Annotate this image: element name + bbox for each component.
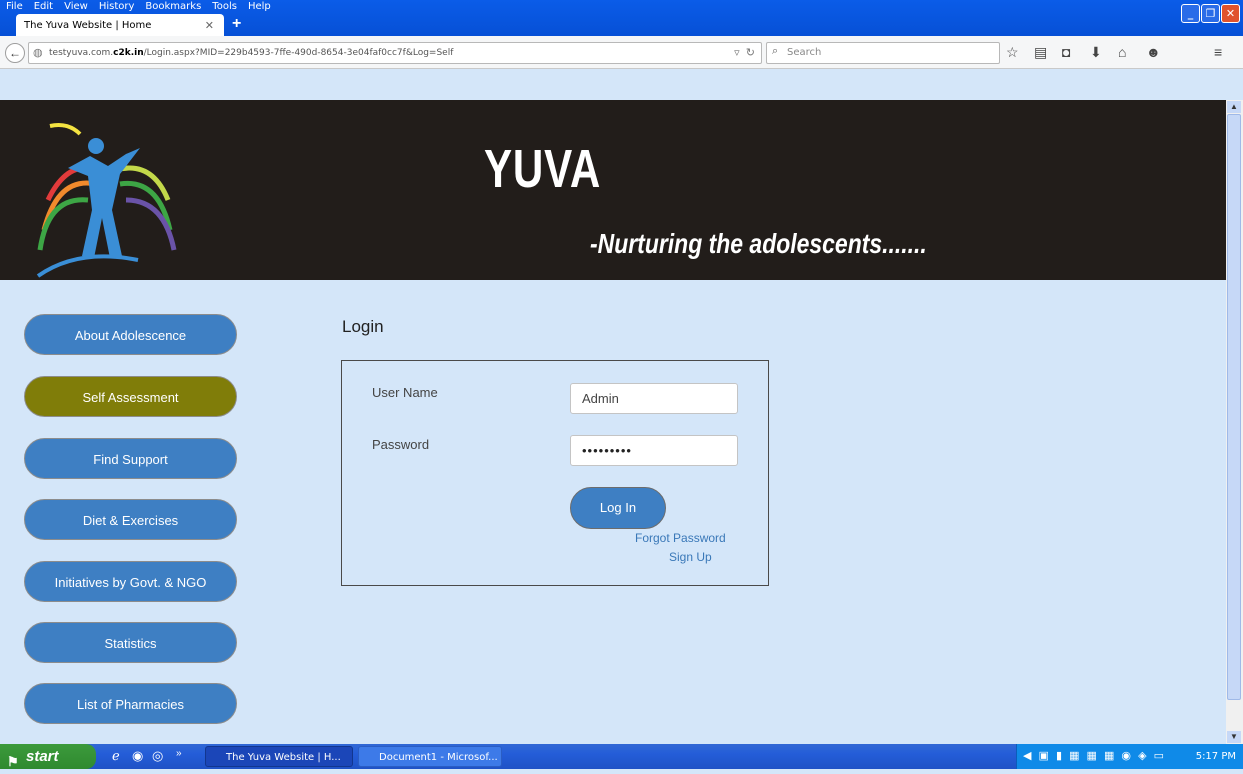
tab-title: The Yuva Website | Home: [24, 19, 152, 31]
nav-statistics[interactable]: Statistics: [24, 622, 237, 663]
page-viewport: YUVA -Nurturing the adolescents....... A…: [0, 100, 1226, 744]
login-heading: Login: [342, 317, 384, 336]
reading-list-icon[interactable]: ▤: [1034, 45, 1047, 59]
menu-tools[interactable]: Tools: [212, 0, 237, 14]
scroll-down-arrow-icon[interactable]: ▼: [1227, 731, 1241, 743]
sign-up-link[interactable]: Sign Up: [669, 550, 712, 564]
start-button[interactable]: ⚑ start: [0, 744, 96, 769]
menu-file[interactable]: File: [6, 0, 23, 14]
username-input[interactable]: Admin: [570, 383, 738, 414]
username-label: User Name: [372, 385, 438, 400]
menu-help[interactable]: Help: [248, 0, 271, 14]
close-window-button[interactable]: ✕: [1221, 4, 1240, 23]
yuva-logo: [36, 123, 177, 278]
globe-icon: ◍: [33, 47, 43, 59]
login-button[interactable]: Log In: [570, 487, 666, 529]
site-header: YUVA -Nurturing the adolescents.......: [0, 100, 1226, 280]
login-form: User Name Admin Password ••••••••• Log I…: [341, 360, 769, 586]
browser-title-bar: File Edit View History Bookmarks Tools H…: [0, 0, 1243, 36]
address-bar[interactable]: ◍ testyuva.com.c2k.in/Login.aspx?MID=229…: [28, 42, 762, 64]
windows-flag-icon: ⚑: [7, 754, 19, 769]
windows-taskbar: ⚑ start ℯ ◉ ◎ » The Yuva Website | H... …: [0, 744, 1243, 769]
quicklaunch-more-icon[interactable]: »: [176, 748, 182, 759]
system-tray: ◀ ▣ ▮ ▦ ▦ ▦ ◉ ◈ ▭ 5:17 PM: [1016, 744, 1243, 769]
tray-icons[interactable]: ◀ ▣ ▮ ▦ ▦ ▦ ◉ ◈ ▭: [1023, 744, 1166, 769]
site-tagline: -Nurturing the adolescents.......: [590, 228, 927, 259]
url-text: testyuva.com.c2k.in/Login.aspx?MID=229b4…: [49, 48, 454, 58]
minimize-button[interactable]: _: [1181, 4, 1200, 23]
pocket-icon[interactable]: ◘: [1062, 45, 1070, 59]
chat-icon[interactable]: ☻: [1146, 45, 1161, 59]
browser-tab[interactable]: The Yuva Website | Home ✕: [16, 14, 224, 36]
maximize-button[interactable]: ❐: [1201, 4, 1220, 23]
main-content: About Adolescence Self Assessment Find S…: [0, 280, 1226, 744]
menu-bar: File Edit View History Bookmarks Tools H…: [0, 0, 271, 14]
menu-history[interactable]: History: [99, 0, 135, 14]
clock: 5:17 PM: [1195, 751, 1236, 762]
new-tab-button[interactable]: +: [232, 15, 241, 33]
search-input[interactable]: ⌕ Search: [766, 42, 1000, 64]
hamburger-menu-icon[interactable]: ≡: [1214, 45, 1222, 59]
start-label: start: [26, 748, 59, 765]
scroll-up-arrow-icon[interactable]: ▲: [1227, 101, 1241, 113]
scrollbar-thumb[interactable]: [1227, 114, 1241, 700]
forgot-password-link[interactable]: Forgot Password: [635, 531, 726, 545]
menu-view[interactable]: View: [64, 0, 88, 14]
nav-initiatives[interactable]: Initiatives by Govt. & NGO: [24, 561, 237, 602]
menu-bookmarks[interactable]: Bookmarks: [145, 0, 201, 14]
download-icon[interactable]: ⬇: [1090, 45, 1102, 59]
firefox-quicklaunch-icon[interactable]: ◎: [152, 748, 163, 764]
search-placeholder: Search: [787, 47, 822, 58]
nav-find-support[interactable]: Find Support: [24, 438, 237, 479]
vertical-scrollbar[interactable]: ▲ ▼: [1226, 100, 1243, 744]
site-title: YUVA: [484, 139, 602, 199]
nav-self-assessment[interactable]: Self Assessment: [24, 376, 237, 417]
bookmark-star-icon[interactable]: ☆: [1006, 45, 1019, 59]
ie-quicklaunch-icon[interactable]: ℯ: [112, 748, 120, 764]
reload-icon[interactable]: ▿ ↻: [734, 43, 755, 63]
tab-close-icon[interactable]: ✕: [205, 19, 224, 32]
search-icon: ⌕: [772, 45, 779, 57]
chrome-quicklaunch-icon[interactable]: ◉: [132, 748, 143, 764]
nav-diet-exercises[interactable]: Diet & Exercises: [24, 499, 237, 540]
task-firefox-window[interactable]: The Yuva Website | H...: [205, 746, 353, 767]
navigation-toolbar: ← ◍ testyuva.com.c2k.in/Login.aspx?MID=2…: [0, 36, 1243, 69]
back-arrow-icon[interactable]: ←: [5, 43, 25, 63]
password-input[interactable]: •••••••••: [570, 435, 738, 466]
nav-about-adolescence[interactable]: About Adolescence: [24, 314, 237, 355]
nav-list-of-pharmacies[interactable]: List of Pharmacies: [24, 683, 237, 724]
home-icon[interactable]: ⌂: [1118, 45, 1126, 59]
task-word-document[interactable]: Document1 - Microsof...: [358, 746, 502, 767]
menu-edit[interactable]: Edit: [34, 0, 53, 14]
password-label: Password: [372, 437, 430, 452]
